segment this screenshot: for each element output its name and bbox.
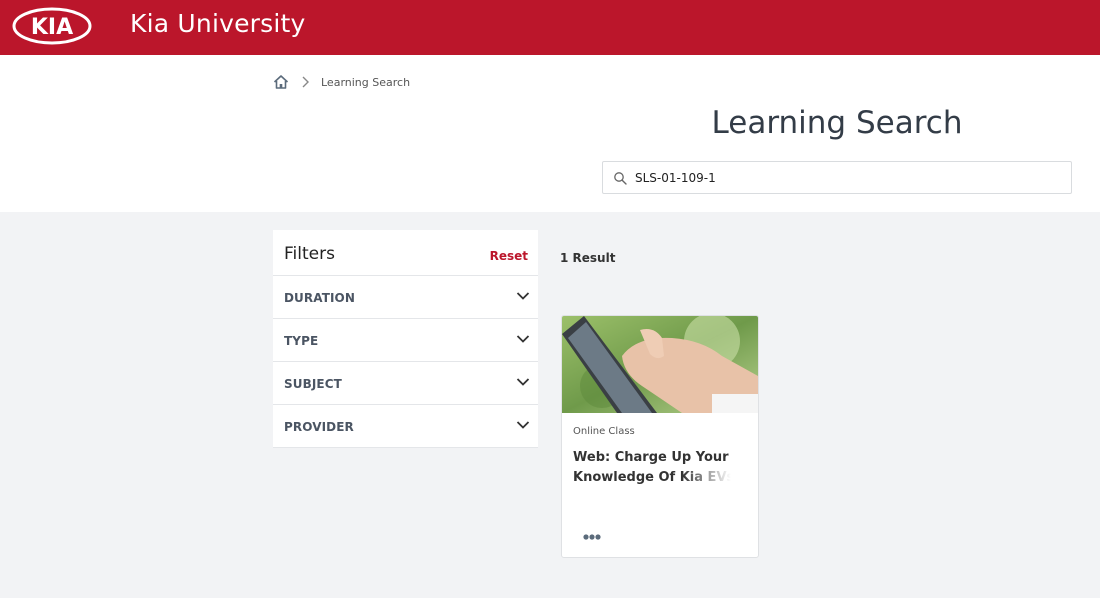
- search-icon: [614, 172, 627, 185]
- filter-label: PROVIDER: [284, 420, 354, 434]
- kia-logo[interactable]: KIA: [12, 7, 92, 45]
- filter-label: TYPE: [284, 334, 319, 348]
- filter-label: SUBJECT: [284, 377, 342, 391]
- top-bar: KIA Kia University: [0, 0, 1100, 55]
- filters-panel: Filters Reset DURATION TYPE SUBJECT PROV…: [273, 230, 538, 448]
- search-box: [602, 161, 1072, 194]
- chevron-down-icon: [516, 292, 530, 300]
- filter-type[interactable]: TYPE: [273, 319, 538, 362]
- result-count: 1 Result: [560, 251, 616, 265]
- filters-header: Filters Reset: [273, 230, 538, 276]
- breadcrumb-current: Learning Search: [321, 75, 411, 89]
- course-type: Online Class: [573, 426, 635, 437]
- svg-text:KIA: KIA: [31, 15, 73, 40]
- reset-filters-link[interactable]: Reset: [490, 249, 528, 263]
- filter-duration[interactable]: DURATION: [273, 276, 538, 319]
- more-options-icon[interactable]: [582, 531, 602, 543]
- chevron-down-icon: [516, 378, 530, 386]
- breadcrumb: Learning Search: [273, 73, 410, 91]
- chevron-down-icon: [516, 335, 530, 343]
- search-input[interactable]: [635, 166, 1055, 190]
- chevron-right-icon: [302, 76, 309, 88]
- home-icon[interactable]: [273, 74, 289, 90]
- chevron-down-icon: [516, 421, 530, 429]
- filter-provider[interactable]: PROVIDER: [273, 405, 538, 448]
- filter-label: DURATION: [284, 291, 355, 305]
- search-header: Learning Search Learning Search: [0, 55, 1100, 212]
- course-card[interactable]: Online Class Web: Charge Up Your Knowled…: [561, 315, 759, 558]
- page-title: Learning Search: [711, 105, 963, 141]
- filters-title: Filters: [284, 244, 335, 264]
- filter-subject[interactable]: SUBJECT: [273, 362, 538, 405]
- app-title: Kia University: [130, 9, 306, 38]
- course-thumbnail: [562, 316, 758, 413]
- title-fade: [682, 470, 752, 490]
